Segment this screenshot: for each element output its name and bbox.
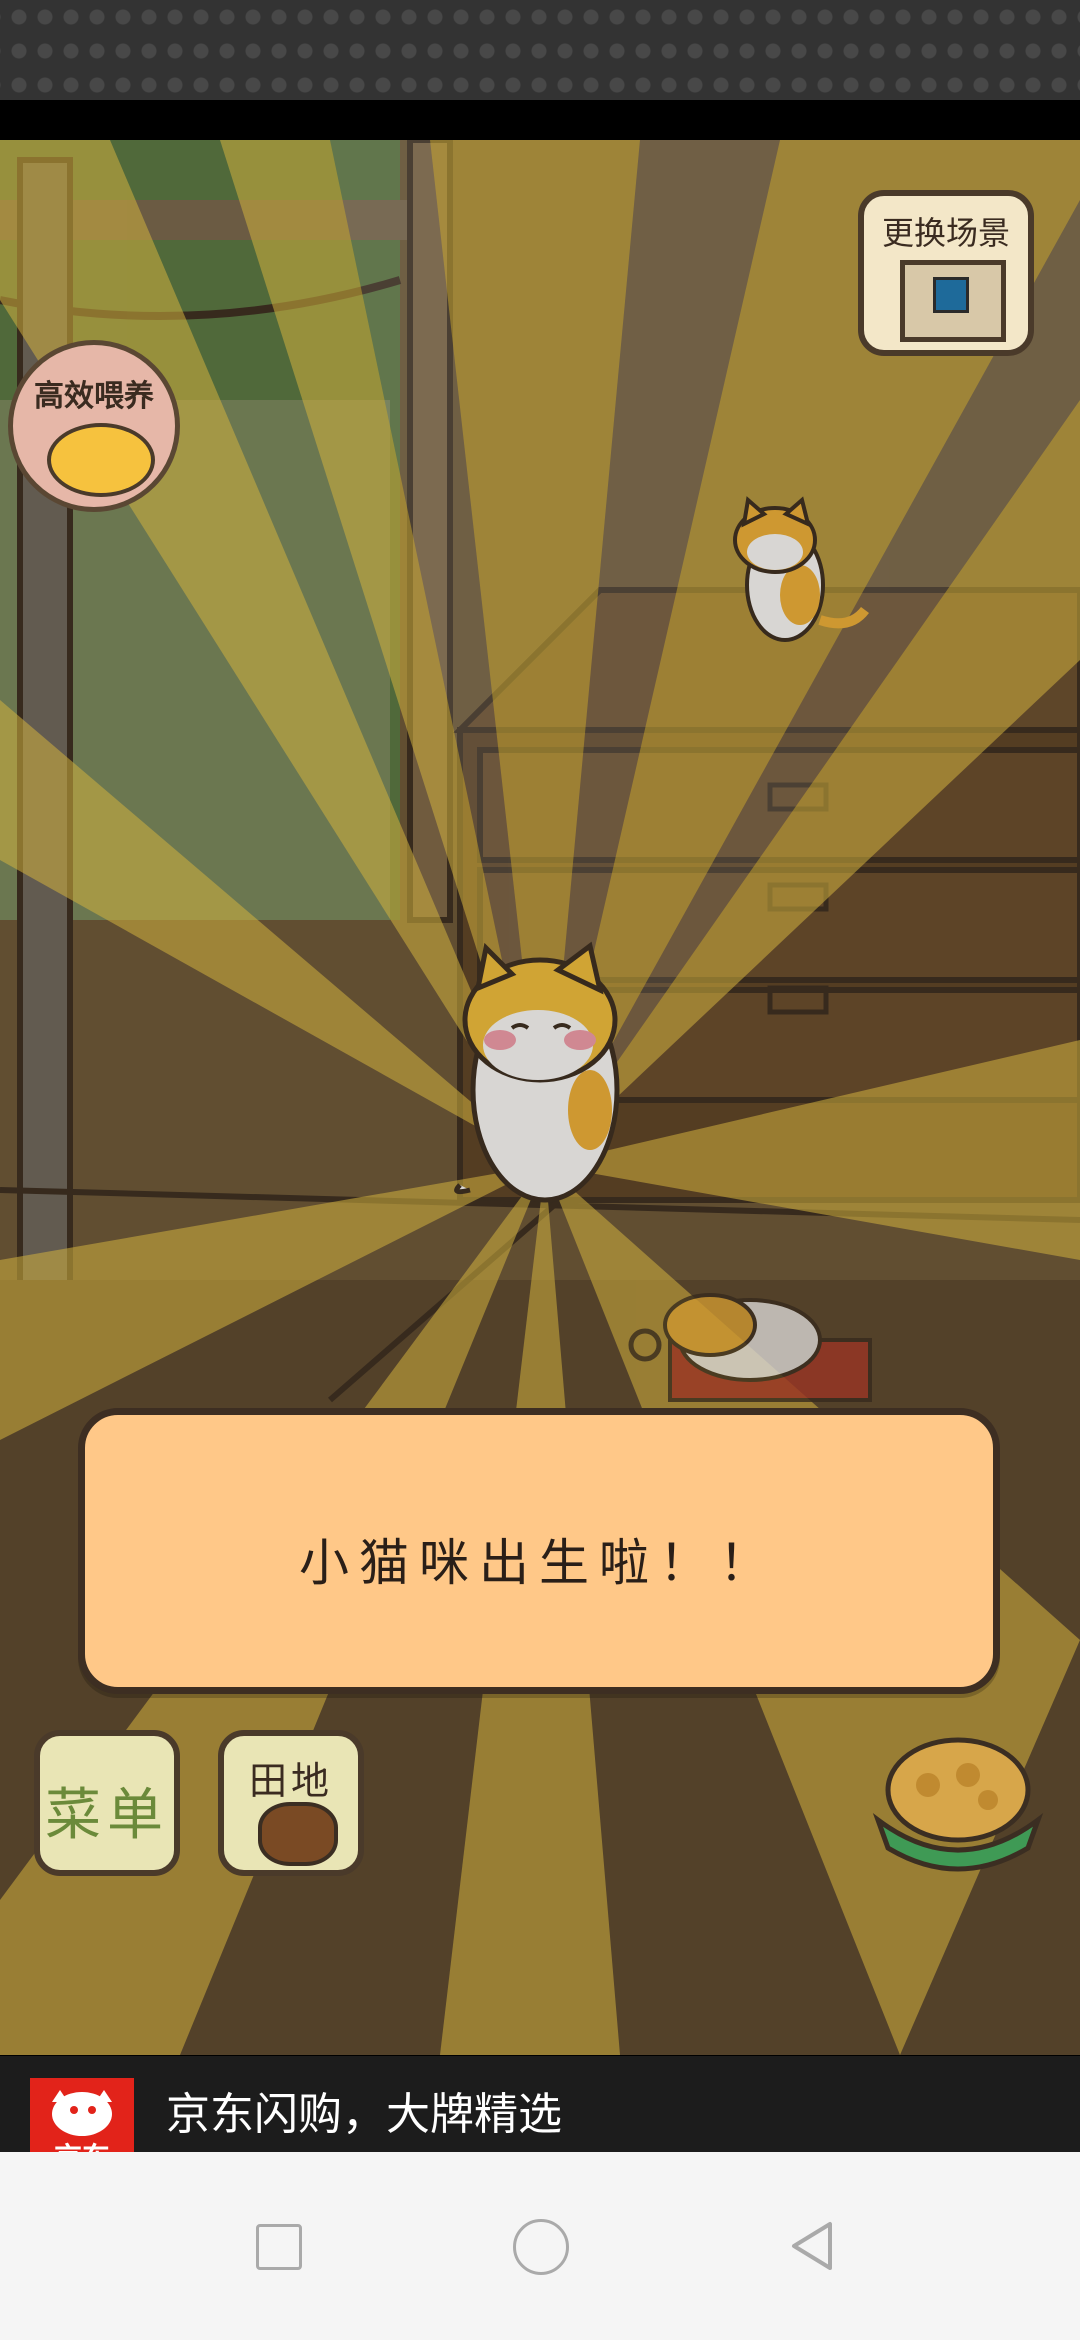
navigation-bar: [0, 2152, 1080, 2340]
food-bowl-icon: [872, 1737, 1044, 1872]
ad-banner[interactable]: 京东 京东闪购，大牌精选 为什么【大牌名酒】这么优惠？原来是因为这个活动 广告: [0, 2056, 1080, 2192]
circle-icon: [513, 2219, 569, 2275]
food-bowl-button[interactable]: [868, 1730, 1048, 1880]
soil-icon: [258, 1802, 338, 1866]
field-label: 田地: [248, 1759, 333, 1803]
menu-label: 菜单: [45, 1783, 169, 1848]
dialog-message: 小猫咪出生啦！！: [299, 1534, 779, 1592]
efficient-feeding-label: 高效喂养: [34, 379, 154, 414]
back-button[interactable]: [780, 2214, 844, 2278]
field-button[interactable]: 田地: [218, 1730, 364, 1876]
ad-title: 京东闪购，大牌精选: [166, 2089, 562, 2140]
sleeping-cat-icon: [47, 423, 155, 497]
status-bar-gap: [0, 100, 1080, 140]
scene-box-icon: [900, 260, 1006, 342]
recent-apps-button[interactable]: [246, 2214, 310, 2278]
message-dialog[interactable]: 小猫咪出生啦！！: [78, 1408, 1000, 1694]
menu-button[interactable]: 菜单: [34, 1730, 180, 1876]
status-bar: [0, 0, 1080, 100]
square-icon: [256, 2224, 302, 2270]
triangle-back-icon: [792, 2222, 832, 2270]
change-scene-button[interactable]: 更换场景: [858, 190, 1034, 356]
home-button[interactable]: [508, 2214, 572, 2278]
efficient-feeding-button[interactable]: 高效喂养: [8, 340, 180, 512]
change-scene-label: 更换场景: [881, 214, 1010, 252]
